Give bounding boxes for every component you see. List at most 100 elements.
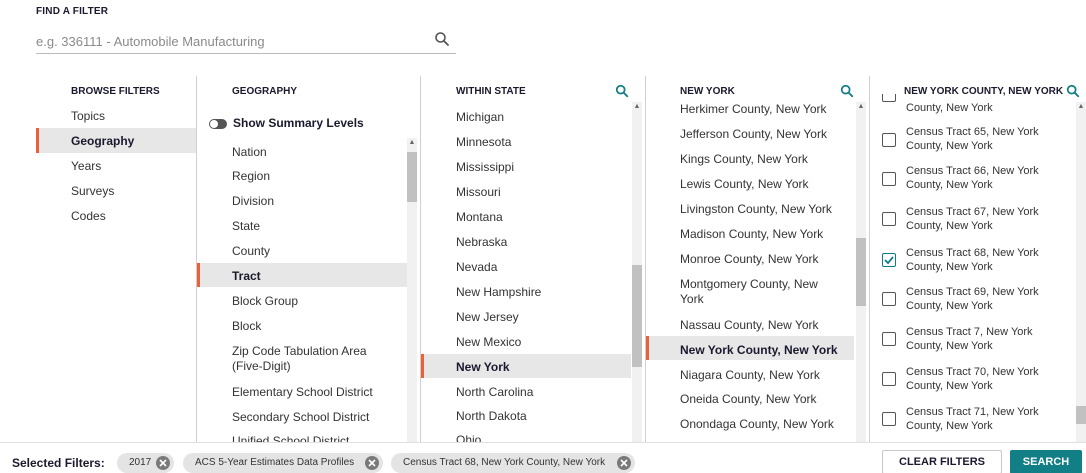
tract-checkbox-70[interactable] — [882, 372, 896, 386]
tract-label-70[interactable]: Census Tract 70, New York County, New Yor… — [906, 365, 1039, 393]
tract-checkbox-68[interactable] — [882, 253, 896, 267]
state-item-new-hampshire[interactable]: New Hampshire — [456, 285, 541, 300]
state-item-ohio[interactable]: Ohio — [456, 433, 481, 442]
browse-item-topics[interactable]: Topics — [71, 109, 105, 124]
new-york-search-icon[interactable] — [840, 84, 856, 100]
tract-label-7[interactable]: Census Tract 7, New York County, New York — [906, 325, 1033, 353]
filter-chip-survey[interactable]: ACS 5-Year Estimates Data Profiles — [183, 453, 383, 473]
county-tracts-column: NEW YORK COUNTY, NEW YORK County, New Yo… — [870, 76, 1086, 442]
within-state-column: WITHIN STATE Michigan Minnesota Mississi… — [421, 76, 644, 442]
county-item-livingston[interactable]: Livingston County, New York — [680, 202, 832, 217]
tract-checkbox-71[interactable] — [882, 412, 896, 426]
summary-levels-toggle[interactable] — [209, 119, 227, 129]
geo-item-zcta[interactable]: Zip Code Tabulation Area (Five-Digit) — [232, 344, 382, 374]
filter-chip-tract[interactable]: Census Tract 68, New York County, New Yo… — [391, 453, 635, 473]
chip-label: Census Tract 68, New York County, New Yo… — [403, 457, 606, 468]
tract-checkbox-partial[interactable] — [882, 94, 896, 102]
county-item-niagara[interactable]: Niagara County, New York — [680, 368, 820, 383]
tract-label-65[interactable]: Census Tract 65, New York County, New Yor… — [906, 125, 1039, 153]
state-item-missouri[interactable]: Missouri — [456, 185, 501, 200]
scroll-thumb[interactable] — [407, 152, 417, 202]
tract-label-69[interactable]: Census Tract 69, New York County, New Yor… — [906, 285, 1039, 313]
selected-filters-label: Selected Filters: — [12, 456, 105, 470]
browse-item-years[interactable]: Years — [71, 159, 101, 174]
state-item-north-dakota[interactable]: North Dakota — [456, 409, 527, 424]
county-item-kings[interactable]: Kings County, New York — [680, 152, 808, 167]
state-item-north-carolina[interactable]: North Carolina — [456, 385, 533, 400]
search-button[interactable]: SEARCH — [1010, 450, 1082, 473]
tract-label-71[interactable]: Census Tract 71, New York County, New Yor… — [906, 405, 1039, 433]
geo-item-elementary-school-district[interactable]: Elementary School District — [232, 385, 373, 400]
geo-item-tract[interactable]: Tract — [232, 269, 261, 284]
clear-filters-button[interactable]: CLEAR FILTERS — [882, 450, 1002, 473]
tract-label-66[interactable]: Census Tract 66, New York County, New Yor… — [906, 164, 1039, 192]
within-state-scrollbar[interactable]: ▲ — [632, 102, 642, 442]
state-item-michigan[interactable]: Michigan — [456, 110, 504, 125]
state-item-nebraska[interactable]: Nebraska — [456, 235, 507, 250]
geography-header: GEOGRAPHY — [232, 86, 298, 97]
scroll-up-icon[interactable]: ▲ — [1076, 102, 1086, 112]
scroll-up-icon[interactable]: ▲ — [856, 102, 866, 112]
state-item-mississippi[interactable]: Mississippi — [456, 160, 514, 175]
state-item-minnesota[interactable]: Minnesota — [456, 135, 511, 150]
geo-item-block-group[interactable]: Block Group — [232, 294, 298, 309]
new-york-scrollbar[interactable]: ▲ — [856, 102, 866, 442]
scroll-up-icon[interactable]: ▲ — [632, 102, 642, 112]
geo-item-state[interactable]: State — [232, 219, 260, 234]
within-state-search-icon[interactable] — [615, 84, 631, 100]
geo-item-division[interactable]: Division — [232, 194, 274, 209]
remove-chip-icon[interactable] — [617, 456, 631, 470]
tract-checkbox-67[interactable] — [882, 212, 896, 226]
state-item-new-jersey[interactable]: New Jersey — [456, 310, 519, 325]
geography-scrollbar[interactable]: ▲ — [407, 138, 417, 442]
tract-checkbox-7[interactable] — [882, 332, 896, 346]
scroll-thumb[interactable] — [856, 238, 866, 306]
county-item-montgomery[interactable]: Montgomery County, New York — [680, 277, 830, 307]
selected-filters-bar: Selected Filters: 2017 ACS 5-Year Estima… — [0, 442, 1086, 473]
county-item-lewis[interactable]: Lewis County, New York — [680, 177, 809, 192]
filter-search-box — [36, 30, 456, 54]
county-item-herkimer[interactable]: Herkimer County, New York — [680, 102, 827, 117]
tract-label-partial[interactable]: County, New York — [906, 101, 993, 115]
remove-chip-icon[interactable] — [156, 456, 170, 470]
new-york-header: NEW YORK — [680, 86, 735, 97]
geo-item-nation[interactable]: Nation — [232, 145, 267, 160]
county-tracts-search-icon[interactable] — [1066, 84, 1082, 100]
scroll-thumb[interactable] — [1076, 406, 1086, 424]
county-tracts-scrollbar[interactable]: ▲ — [1076, 102, 1086, 442]
search-icon[interactable] — [434, 31, 454, 51]
county-item-onondaga[interactable]: Onondaga County, New York — [680, 417, 834, 432]
summary-levels-label: Show Summary Levels — [233, 116, 364, 130]
geo-item-block[interactable]: Block — [232, 319, 261, 334]
filter-chip-2017[interactable]: 2017 — [117, 453, 174, 473]
new-york-column: NEW YORK Herkimer County, New York Jeffe… — [646, 76, 868, 442]
browse-filters-header: BROWSE FILTERS — [71, 86, 160, 97]
remove-chip-icon[interactable] — [365, 456, 379, 470]
geo-item-unified-school-district[interactable]: Unified School District — [232, 434, 349, 442]
county-tracts-header: NEW YORK COUNTY, NEW YORK — [904, 86, 1064, 97]
state-item-nevada[interactable]: Nevada — [456, 260, 497, 275]
tract-checkbox-66[interactable] — [882, 172, 896, 186]
county-item-madison[interactable]: Madison County, New York — [680, 227, 823, 242]
tract-label-68[interactable]: Census Tract 68, New York County, New Yor… — [906, 246, 1039, 274]
county-item-nassau[interactable]: Nassau County, New York — [680, 318, 819, 333]
state-item-new-york[interactable]: New York — [456, 360, 510, 375]
geo-item-secondary-school-district[interactable]: Secondary School District — [232, 410, 369, 425]
browse-item-surveys[interactable]: Surveys — [71, 184, 114, 199]
county-item-jefferson[interactable]: Jefferson County, New York — [680, 127, 827, 142]
geo-item-county[interactable]: County — [232, 244, 270, 259]
browse-item-codes[interactable]: Codes — [71, 209, 106, 224]
tract-checkbox-65[interactable] — [882, 133, 896, 147]
county-item-new-york[interactable]: New York County, New York — [680, 343, 838, 358]
scroll-up-icon[interactable]: ▲ — [407, 138, 417, 148]
filter-search-input[interactable] — [36, 30, 416, 52]
scroll-thumb[interactable] — [632, 265, 642, 367]
tract-checkbox-69[interactable] — [882, 292, 896, 306]
county-item-monroe[interactable]: Monroe County, New York — [680, 252, 819, 267]
state-item-new-mexico[interactable]: New Mexico — [456, 335, 521, 350]
county-item-oneida[interactable]: Oneida County, New York — [680, 392, 817, 407]
state-item-montana[interactable]: Montana — [456, 210, 503, 225]
geo-item-region[interactable]: Region — [232, 169, 270, 184]
browse-item-geography[interactable]: Geography — [71, 134, 134, 149]
tract-label-67[interactable]: Census Tract 67, New York County, New Yor… — [906, 205, 1039, 233]
